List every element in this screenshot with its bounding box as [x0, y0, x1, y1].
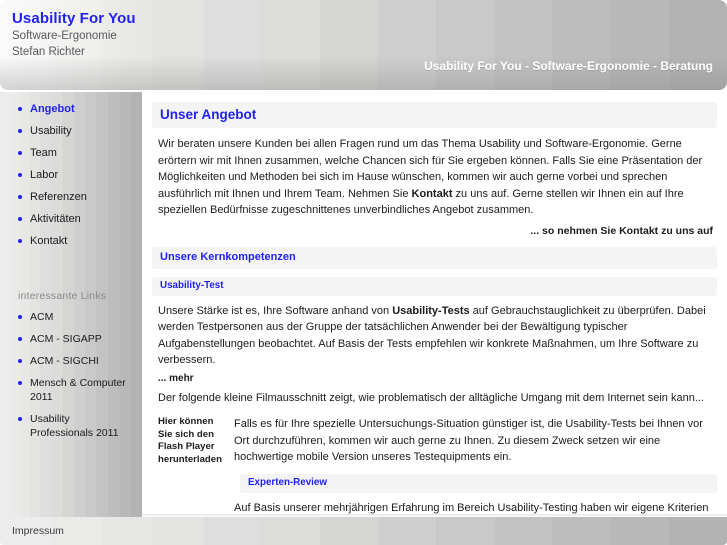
usability-tests-inline-link[interactable]: Usability-Tests	[392, 305, 469, 317]
flash-player-row: Hier können Sie sich den Flash Player he…	[152, 416, 717, 517]
brand-subtitle-name: Stefan Richter	[12, 46, 85, 58]
sidebar-item-label: Angebot	[30, 103, 75, 115]
link-item-acm-sigapp[interactable]: ACM - SIGAPP	[0, 332, 142, 346]
site-footer: Impressum	[0, 517, 727, 545]
page-title: Unser Angebot	[160, 107, 257, 122]
core-competencies-heading: Unsere Kernkompetenzen	[160, 250, 296, 263]
link-item-label: ACM	[30, 311, 54, 323]
content-panel: Unser Angebot Wir beraten unsere Kunden …	[142, 92, 727, 517]
intro-paragraph: Wir beraten unsere Kunden bei allen Frag…	[152, 136, 717, 219]
link-item-label: Mensch & Computer 2011	[30, 377, 126, 403]
sidebar-item-aktivitaeten[interactable]: Aktivitäten	[0, 212, 142, 226]
link-item-usability-professionals-2011[interactable]: Usability Professionals 2011	[0, 412, 142, 440]
header-tagline: Usability For You - Software-Ergonomie -…	[424, 59, 713, 73]
sidebar-item-label: Usability	[30, 125, 72, 137]
link-item-acm[interactable]: ACM	[0, 310, 142, 324]
sidebar-item-label: Aktivitäten	[30, 213, 81, 225]
link-item-label: ACM - SIGCHI	[30, 355, 99, 367]
sidebar-item-label: Team	[30, 147, 57, 159]
expert-review-paragraph: Auf Basis unserer mehrjährigen Erfahrung…	[234, 501, 709, 514]
expert-review-heading: Experten-Review	[248, 476, 327, 488]
expert-review-band: Experten-Review	[240, 473, 717, 493]
more-link[interactable]: ... mehr	[152, 373, 717, 384]
sidebar-item-kontakt[interactable]: Kontakt	[0, 234, 142, 248]
mobile-testing-column: Falls es für Ihre spezielle Untersuchung…	[228, 416, 717, 517]
body-area: Angebot Usability Team Labor Referenzen …	[0, 92, 727, 517]
usability-test-band: Usability-Test	[152, 276, 717, 296]
mobile-testing-paragraph: Falls es für Ihre spezielle Untersuchung…	[234, 418, 703, 463]
film-intro-paragraph: Der folgende kleine Filmausschnitt zeigt…	[158, 391, 704, 404]
interesting-links-heading: interessante Links	[18, 290, 107, 302]
site-header: Usability For You Software-Ergonomie Ste…	[0, 0, 727, 90]
link-item-acm-sigchi[interactable]: ACM - SIGCHI	[0, 354, 142, 368]
page-root: Usability For You Software-Ergonomie Ste…	[0, 0, 727, 545]
sidebar-item-label: Labor	[30, 169, 59, 181]
usability-test-paragraph: Unsere Stärke ist es, Ihre Software anha…	[152, 303, 717, 369]
core-competencies-band: Unsere Kernkompetenzen	[152, 246, 717, 269]
contact-callout-link[interactable]: ... so nehmen Sie Kontakt zu uns auf	[152, 225, 713, 237]
page-title-band: Unser Angebot	[152, 102, 717, 128]
link-item-label: Usability Professionals 2011	[30, 413, 119, 439]
sidebar-item-labor[interactable]: Labor	[0, 168, 142, 182]
sidebar-item-label: Kontakt	[30, 235, 68, 247]
impressum-link[interactable]: Impressum	[12, 525, 64, 537]
sidebar: Angebot Usability Team Labor Referenzen …	[0, 92, 142, 517]
brand-subtitle-profession: Software-Ergonomie	[12, 30, 117, 42]
kontakt-inline-link[interactable]: Kontakt	[412, 188, 453, 200]
sidebar-item-angebot[interactable]: Angebot	[0, 102, 142, 116]
link-item-mensch-computer-2011[interactable]: Mensch & Computer 2011	[0, 376, 142, 404]
main-navigation: Angebot Usability Team Labor Referenzen …	[0, 102, 142, 256]
sidebar-item-usability[interactable]: Usability	[0, 124, 142, 138]
usability-test-heading: Usability-Test	[160, 279, 224, 291]
sidebar-item-label: Referenzen	[30, 191, 87, 203]
brand-title: Usability For You	[12, 10, 136, 27]
usability-text-part1: Unsere Stärke ist es, Ihre Software anha…	[158, 304, 393, 317]
site-brand[interactable]: Usability For You Software-Ergonomie Ste…	[12, 10, 342, 60]
interesting-links-list: ACM ACM - SIGAPP ACM - SIGCHI Mensch & C…	[0, 310, 142, 448]
sidebar-item-team[interactable]: Team	[0, 146, 142, 160]
flash-player-download-link[interactable]: Hier können Sie sich den Flash Player he…	[152, 416, 228, 466]
link-item-label: ACM - SIGAPP	[30, 333, 102, 345]
sidebar-item-referenzen[interactable]: Referenzen	[0, 190, 142, 204]
